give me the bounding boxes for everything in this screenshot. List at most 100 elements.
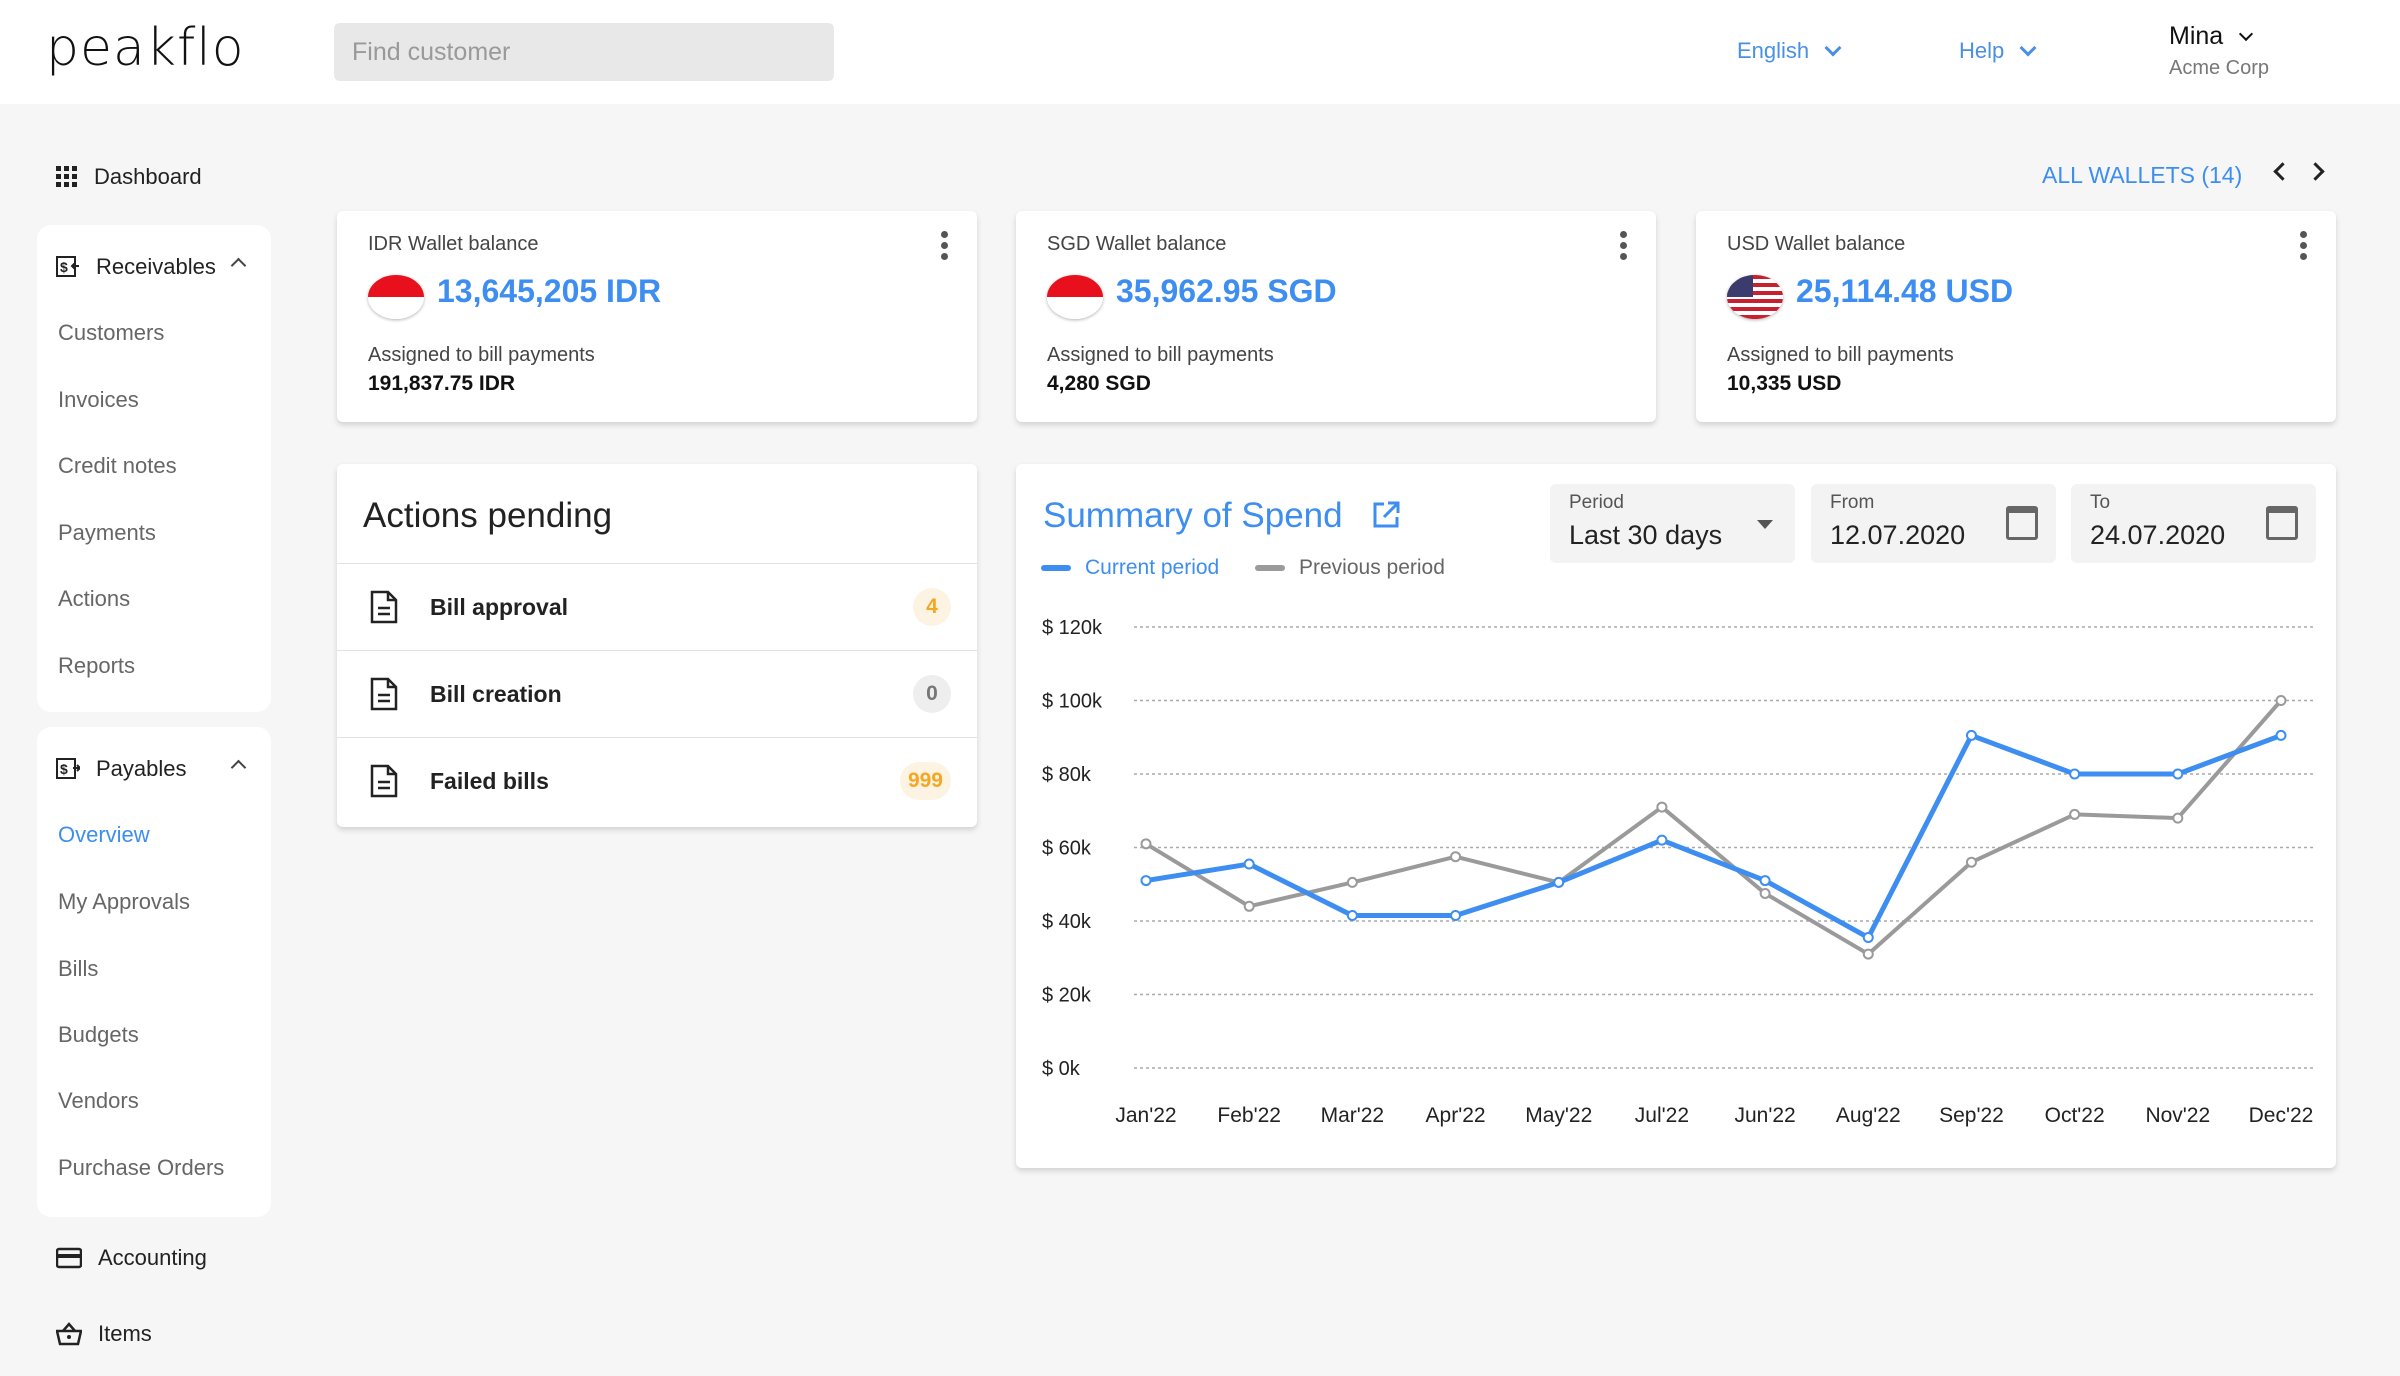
spend-line-chart: $ 0k $ 20k $ 40k $ 60k $ 80k $ 100k $ 120k Jan'… <box>1042 617 2316 1127</box>
x-tick-label: Nov'22 <box>2145 1104 2210 1127</box>
x-tick-label: May'22 <box>1525 1104 1592 1127</box>
more-options-icon[interactable] <box>2300 231 2308 260</box>
x-tick-label: Sep'22 <box>1939 1104 2004 1127</box>
summary-of-spend-card: Summary of Spend Current period Previous… <box>1016 464 2336 1168</box>
language-selector[interactable]: English <box>1737 38 1842 64</box>
more-options-icon[interactable] <box>1620 231 1628 260</box>
chevron-up-icon <box>230 759 247 776</box>
wallet-amount: 25,114.48 USD <box>1796 273 2014 309</box>
data-point <box>1243 900 1255 912</box>
y-tick-label: $ 40k <box>1042 911 1092 933</box>
sidebar-item-budgets[interactable]: Budgets <box>58 1022 139 1048</box>
y-tick-label: $ 100k <box>1042 691 1103 713</box>
assigned-label: Assigned to bill payments <box>1047 344 1274 366</box>
credit-card-icon <box>56 1247 82 1269</box>
more-options-icon[interactable] <box>941 231 949 260</box>
y-tick-label: $ 120k <box>1042 617 1103 639</box>
data-point <box>2275 695 2287 706</box>
x-tick-label: Jun'22 <box>1734 1104 1795 1127</box>
series-line-current <box>1145 732 2282 941</box>
action-row[interactable]: Bill creation 0 <box>337 650 977 737</box>
next-wallets-arrow-icon[interactable] <box>2306 162 2325 181</box>
peakflo-logo: peakflo <box>46 18 245 78</box>
help-menu[interactable]: Help <box>1959 38 2037 64</box>
data-point <box>1862 932 1874 944</box>
usa-flag-icon <box>1727 275 1783 319</box>
wallet-card-usd: USD Wallet balance 25,114.48 USD Assigne… <box>1696 211 2336 422</box>
data-point <box>1965 856 1977 868</box>
money-out-icon: $ <box>56 758 80 779</box>
y-tick-label: $ 60k <box>1042 838 1092 860</box>
data-point <box>1140 838 1152 850</box>
data-point <box>2172 768 2184 780</box>
find-customer-input[interactable] <box>334 23 834 81</box>
y-tick-label: $ 20k <box>1042 985 1092 1007</box>
sidebar-item-bills[interactable]: Bills <box>58 956 98 982</box>
company-name: Acme Corp <box>2169 57 2270 79</box>
singapore-flag-icon <box>1047 275 1103 319</box>
x-tick-label: Jul'22 <box>1635 1104 1689 1127</box>
user-menu[interactable]: Mina <box>2169 22 2254 51</box>
series-line-previous <box>1144 699 2283 957</box>
sidebar-item-customers[interactable]: Customers <box>58 320 164 346</box>
sidebar-item-payments[interactable]: Payments <box>58 520 156 546</box>
sidebar-item-vendors[interactable]: Vendors <box>58 1088 139 1114</box>
action-row[interactable]: Failed bills 999 <box>337 737 977 824</box>
language-label: English <box>1737 38 1810 63</box>
action-row[interactable]: Bill approval 4 <box>337 563 977 650</box>
accounting-label: Accounting <box>98 1245 207 1270</box>
user-name: Mina <box>2169 22 2224 50</box>
sidebar-item-actions[interactable]: Actions <box>58 586 130 612</box>
assigned-value: 10,335 USD <box>1727 372 1842 395</box>
data-point <box>1450 909 1462 921</box>
x-tick-label: Feb'22 <box>1217 1104 1281 1127</box>
x-tick-label: Mar'22 <box>1321 1104 1385 1127</box>
count-badge: 4 <box>913 588 951 626</box>
data-point <box>1759 875 1771 887</box>
sidebar-item-items[interactable]: Items <box>56 1321 152 1347</box>
sidebar-item-my-approvals[interactable]: My Approvals <box>58 889 190 915</box>
document-icon <box>370 677 398 711</box>
svg-text:$: $ <box>60 761 68 777</box>
actions-pending-title: Actions pending <box>363 496 613 535</box>
chevron-down-icon <box>2019 39 2037 57</box>
count-badge: 999 <box>899 762 951 800</box>
sidebar-item-invoices[interactable]: Invoices <box>58 387 139 413</box>
x-tick-label: Apr'22 <box>1426 1104 1486 1127</box>
money-in-icon: $ <box>56 256 79 277</box>
sidebar-item-overview[interactable]: Overview <box>58 822 150 848</box>
actions-pending-card: Actions pending Bill approval 4 Bill creat… <box>337 464 977 827</box>
wallet-label: USD Wallet balance <box>1727 233 1906 255</box>
payables-label: Payables <box>96 756 187 781</box>
data-point <box>1656 801 1668 813</box>
all-wallets-link[interactable]: ALL WALLETS (14) <box>2042 162 2242 189</box>
indonesia-flag-icon <box>368 275 424 319</box>
x-tick-label: Aug'22 <box>1836 1104 1901 1127</box>
data-point <box>1140 875 1152 887</box>
receivables-toggle[interactable]: $ Receivables <box>56 254 256 280</box>
data-point <box>1450 851 1462 863</box>
wallet-amount: 13,645,205 IDR <box>437 273 662 309</box>
data-point <box>1656 834 1668 846</box>
count-badge: 0 <box>913 675 951 713</box>
data-point <box>1346 909 1358 921</box>
data-point <box>2172 812 2184 824</box>
data-point <box>2275 729 2287 741</box>
document-icon <box>370 590 398 624</box>
action-label: Bill approval <box>430 593 569 620</box>
action-label: Bill creation <box>430 680 562 707</box>
basket-icon <box>56 1322 82 1346</box>
sidebar-item-accounting[interactable]: Accounting <box>56 1245 207 1271</box>
sidebar-item-dashboard[interactable]: Dashboard <box>56 164 202 190</box>
chevron-down-icon <box>2239 26 2254 41</box>
sidebar-item-credit-notes[interactable]: Credit notes <box>58 453 177 479</box>
payables-toggle[interactable]: $ Payables <box>56 756 256 782</box>
x-tick-label: Jan'22 <box>1115 1104 1176 1127</box>
help-label: Help <box>1959 38 2005 63</box>
previous-wallets-arrow-icon[interactable] <box>2273 162 2292 181</box>
sidebar-item-reports[interactable]: Reports <box>58 653 135 679</box>
x-tick-label: Oct'22 <box>2045 1104 2105 1127</box>
data-point <box>1759 887 1771 899</box>
wallet-label: IDR Wallet balance <box>368 233 539 255</box>
sidebar-item-purchase-orders[interactable]: Purchase Orders <box>58 1155 224 1181</box>
